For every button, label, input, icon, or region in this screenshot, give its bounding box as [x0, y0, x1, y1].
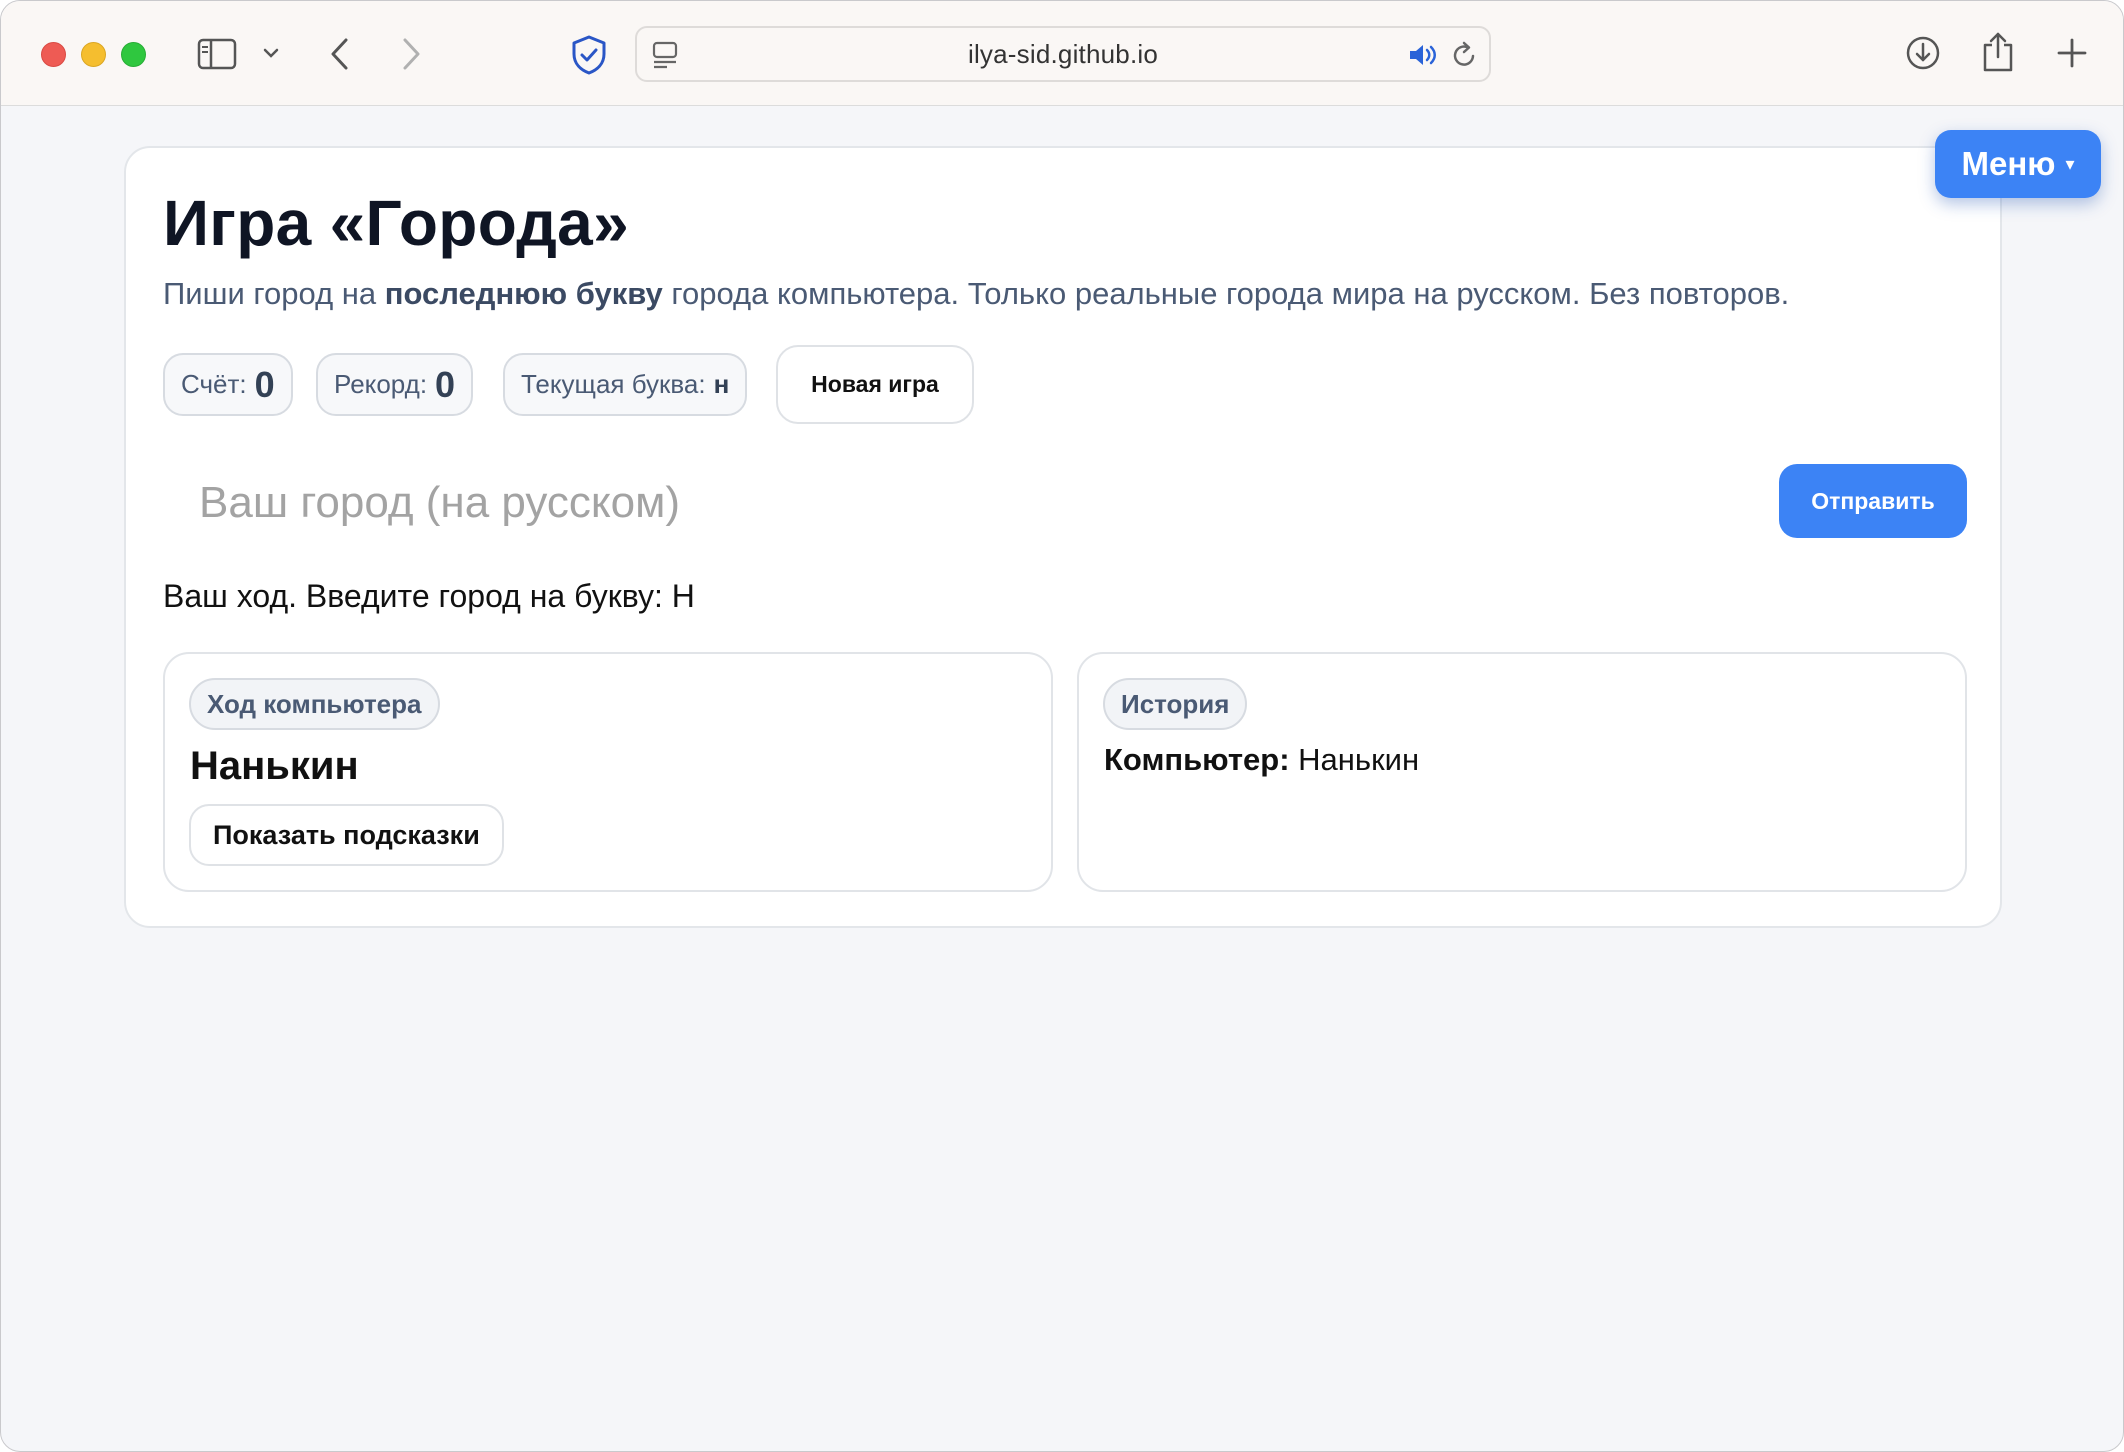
game-description: Пиши город на последнюю букву города ком… — [163, 276, 1790, 311]
back-icon[interactable] — [328, 37, 352, 71]
chevron-down-icon[interactable] — [263, 47, 279, 59]
share-icon[interactable] — [1981, 31, 2015, 73]
zoom-window-button[interactable] — [121, 42, 146, 67]
score-badge: Счёт: 0 — [163, 353, 293, 416]
history-panel: История Компьютер: Нанькин — [1077, 652, 1967, 892]
turn-status: Ваш ход. Введите город на букву: Н — [163, 578, 695, 614]
minimize-window-button[interactable] — [81, 42, 106, 67]
url-text[interactable]: ilya-sid.github.io — [637, 28, 1489, 80]
computer-city: Нанькин — [190, 744, 359, 788]
new-tab-icon[interactable] — [2056, 37, 2088, 69]
city-input[interactable] — [163, 458, 1863, 548]
show-hints-button[interactable]: Показать подсказки — [189, 804, 504, 866]
current-letter-value: н — [713, 369, 730, 399]
computer-move-tag: Ход компьютера — [189, 678, 440, 730]
record-value: 0 — [435, 363, 456, 405]
browser-window: ilya-sid.github.io Игра «Города» Пиши го… — [0, 0, 2124, 1452]
record-badge: Рекорд: 0 — [316, 353, 474, 416]
speaker-icon[interactable] — [1407, 41, 1439, 69]
close-window-button[interactable] — [41, 42, 66, 67]
menu-button[interactable]: Меню ▾ — [1935, 130, 2101, 198]
game-card: Игра «Города» Пиши город на последнюю бу… — [124, 146, 2002, 928]
new-game-button[interactable]: Новая игра — [776, 345, 974, 424]
history-entry: Компьютер: Нанькин — [1104, 742, 1420, 777]
downloads-icon[interactable] — [1905, 35, 1941, 71]
reload-icon[interactable] — [1451, 40, 1479, 70]
browser-toolbar: ilya-sid.github.io — [1, 1, 2123, 106]
score-value: 0 — [254, 363, 275, 405]
computer-move-panel: Ход компьютера Нанькин Показать подсказк… — [163, 652, 1053, 892]
submit-button[interactable]: Отправить — [1779, 464, 1967, 538]
forward-icon[interactable] — [399, 37, 423, 71]
privacy-shield-icon[interactable] — [569, 34, 609, 76]
sidebar-toggle-icon[interactable] — [197, 38, 237, 70]
page-title: Игра «Города» — [163, 187, 629, 259]
history-tag: История — [1103, 678, 1248, 730]
caret-down-icon: ▾ — [2065, 153, 2075, 174]
address-bar[interactable]: ilya-sid.github.io — [635, 26, 1491, 82]
current-letter-badge: Текущая буква: н — [503, 353, 748, 416]
